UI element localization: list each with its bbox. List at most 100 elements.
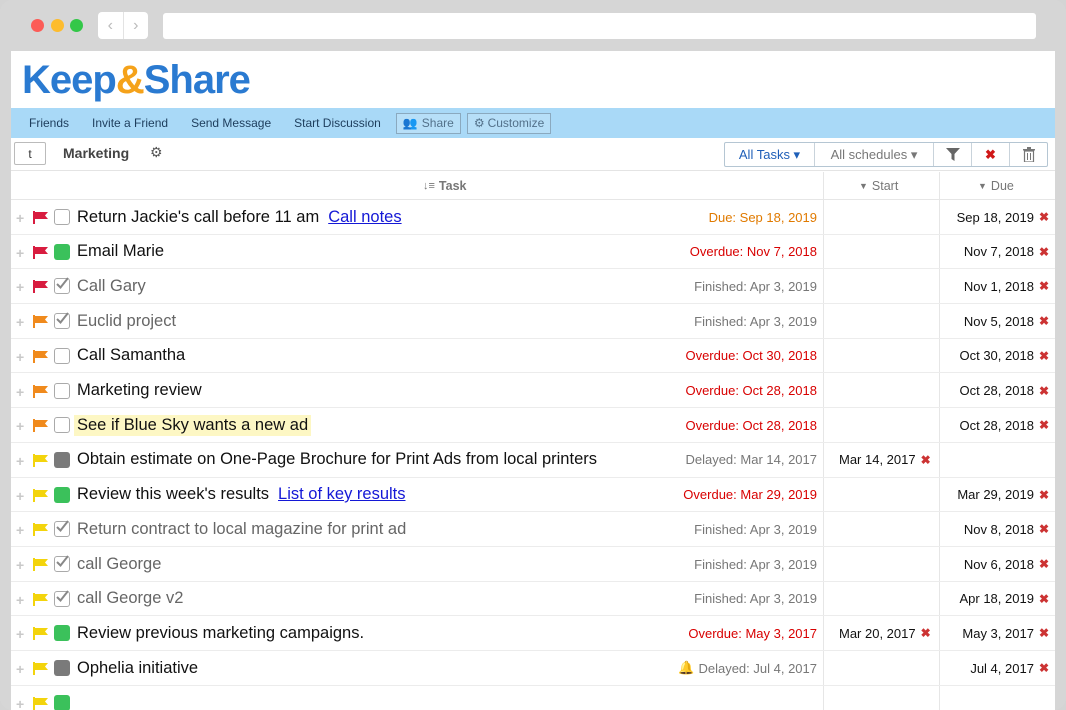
task-title[interactable]: Call Samantha <box>77 339 185 373</box>
task-title[interactable]: Email Marie <box>77 235 164 269</box>
drag-handle-icon[interactable]: + <box>16 557 24 573</box>
drag-handle-icon[interactable]: + <box>16 418 24 434</box>
drag-handle-icon[interactable]: + <box>16 522 24 538</box>
drag-handle-icon[interactable]: + <box>16 453 24 469</box>
drag-handle-icon[interactable]: + <box>16 384 24 400</box>
priority-flag-icon[interactable] <box>33 349 49 363</box>
task-title[interactable]: Obtain estimate on One-Page Brochure for… <box>77 443 597 477</box>
task-title[interactable]: Call Gary <box>77 269 146 303</box>
drag-handle-icon[interactable]: + <box>16 661 24 677</box>
priority-flag-icon[interactable] <box>33 558 49 571</box>
address-bar[interactable] <box>163 13 1036 39</box>
remove-date-icon[interactable]: ✖ <box>1039 384 1049 398</box>
task-due-date[interactable]: Apr 18, 2019 ✖ <box>959 582 1049 616</box>
task-row[interactable]: + Review previous marketing campaigns. Ove… <box>11 616 1055 652</box>
task-checkbox[interactable] <box>54 417 70 434</box>
close-window-dot[interactable] <box>31 19 44 32</box>
task-checked-checkbox[interactable] <box>54 277 70 295</box>
task-status-checkbox[interactable] <box>54 625 70 642</box>
remove-date-icon[interactable]: ✖ <box>1039 349 1049 363</box>
drag-handle-icon[interactable]: + <box>16 210 24 226</box>
task-due-date[interactable]: Nov 5, 2018 ✖ <box>964 304 1049 338</box>
clear-filter-icon[interactable]: ✖ <box>971 143 1009 166</box>
task-due-date[interactable]: Jul 4, 2017 ✖ <box>970 651 1049 685</box>
nav-invite-friend[interactable]: Invite a Friend <box>92 116 168 130</box>
task-row[interactable]: + <box>11 686 1055 710</box>
start-column-header[interactable]: ▼ Start <box>859 172 898 200</box>
remove-date-icon[interactable]: ✖ <box>1039 522 1049 536</box>
task-due-date[interactable]: Oct 30, 2018 ✖ <box>959 339 1049 373</box>
task-title[interactable]: Marketing review <box>77 374 202 408</box>
priority-flag-icon[interactable] <box>33 315 49 329</box>
task-checked-checkbox[interactable] <box>54 555 70 572</box>
remove-date-icon[interactable]: ✖ <box>921 453 931 467</box>
task-checkbox[interactable] <box>54 347 70 364</box>
priority-flag-icon[interactable] <box>33 453 49 467</box>
task-checked-checkbox[interactable] <box>54 520 70 538</box>
priority-flag-icon[interactable] <box>33 662 49 676</box>
task-status-checkbox[interactable] <box>54 243 70 260</box>
drag-handle-icon[interactable]: + <box>16 488 24 504</box>
nav-friends[interactable]: Friends <box>29 116 69 130</box>
task-checked-checkbox[interactable] <box>54 312 70 330</box>
priority-flag-icon[interactable] <box>33 211 49 224</box>
priority-flag-icon[interactable] <box>33 384 49 398</box>
task-row[interactable]: + Call Samantha Overdue: Oct 30, 2018 Oct 3… <box>11 339 1055 374</box>
task-title[interactable]: call George <box>77 547 161 581</box>
task-due-date[interactable]: Nov 7, 2018 ✖ <box>964 235 1049 269</box>
remove-date-icon[interactable]: ✖ <box>1039 210 1049 224</box>
nav-send-message[interactable]: Send Message <box>191 116 271 130</box>
drag-handle-icon[interactable]: + <box>16 279 24 295</box>
priority-flag-icon[interactable] <box>33 696 49 710</box>
task-row[interactable]: + See if Blue Sky wants a new ad Overdue: … <box>11 408 1055 443</box>
task-title[interactable]: Return Jackie's call before 11 am Call no… <box>77 200 402 234</box>
remove-date-icon[interactable]: ✖ <box>1039 314 1049 328</box>
task-status-checkbox[interactable] <box>54 694 70 710</box>
remove-date-icon[interactable]: ✖ <box>1039 279 1049 293</box>
task-title[interactable]: See if Blue Sky wants a new ad <box>74 408 312 442</box>
task-link[interactable]: List of key results <box>278 485 405 504</box>
task-title[interactable]: call George v2 <box>77 582 183 616</box>
drag-handle-icon[interactable]: + <box>16 592 24 608</box>
task-row[interactable]: + Return Jackie's call before 11 am Call n… <box>11 200 1055 235</box>
back-arrow-icon[interactable]: ‹ <box>98 12 124 39</box>
task-row[interactable]: + call George v2 Finished: Apr 3, 2019 Apr … <box>11 582 1055 617</box>
task-checked-checkbox[interactable] <box>54 590 70 607</box>
task-column-header[interactable]: ↓≡ Task <box>423 172 467 200</box>
remove-date-icon[interactable]: ✖ <box>921 626 931 640</box>
priority-flag-icon[interactable] <box>33 245 49 259</box>
maximize-window-dot[interactable] <box>70 19 83 32</box>
drag-handle-icon[interactable]: + <box>16 349 24 365</box>
task-row[interactable]: + Ophelia initiative 🔔 Delayed: Jul 4, 2017… <box>11 651 1055 686</box>
remove-date-icon[interactable]: ✖ <box>1039 418 1049 432</box>
task-due-date[interactable]: Mar 29, 2019 ✖ <box>957 478 1049 512</box>
gear-icon[interactable]: ⚙ <box>150 144 163 161</box>
all-tasks-dropdown[interactable]: All Tasks ▾ <box>725 143 814 166</box>
remove-date-icon[interactable]: ✖ <box>1039 488 1049 502</box>
task-row[interactable]: + Marketing review Overdue: Oct 28, 2018 Oc… <box>11 374 1055 409</box>
task-title[interactable]: Review this week's results List of key re… <box>77 478 406 512</box>
task-title[interactable]: Return contract to local magazine for pr… <box>77 512 406 546</box>
remove-date-icon[interactable]: ✖ <box>1039 661 1049 675</box>
task-due-date[interactable]: Nov 6, 2018 ✖ <box>964 547 1049 581</box>
drag-handle-icon[interactable]: + <box>16 626 24 642</box>
task-row[interactable]: + Return contract to local magazine for p… <box>11 512 1055 547</box>
priority-flag-icon[interactable] <box>33 592 49 606</box>
task-status-checkbox[interactable] <box>54 660 70 677</box>
all-schedules-dropdown[interactable]: All schedules ▾ <box>814 143 933 166</box>
task-row[interactable]: + Obtain estimate on One-Page Brochure fo… <box>11 443 1055 478</box>
task-title[interactable]: Ophelia initiative <box>77 651 198 685</box>
task-start-date[interactable]: Mar 20, 2017 ✖ <box>839 616 931 650</box>
keepandshare-logo[interactable]: Keep&Share <box>22 58 251 103</box>
task-due-date[interactable]: Oct 28, 2018 ✖ <box>959 408 1049 442</box>
drag-handle-icon[interactable]: + <box>16 314 24 330</box>
priority-flag-icon[interactable] <box>33 627 49 641</box>
minimize-window-dot[interactable] <box>51 19 64 32</box>
task-due-date[interactable]: Oct 28, 2018 ✖ <box>959 374 1049 408</box>
priority-flag-icon[interactable] <box>33 523 49 537</box>
task-title[interactable]: Euclid project <box>77 304 176 338</box>
task-status-checkbox[interactable] <box>54 486 70 503</box>
task-due-date[interactable]: Sep 18, 2019 ✖ <box>957 200 1049 234</box>
remove-date-icon[interactable]: ✖ <box>1039 557 1049 571</box>
nav-start-discussion[interactable]: Start Discussion <box>294 116 381 130</box>
